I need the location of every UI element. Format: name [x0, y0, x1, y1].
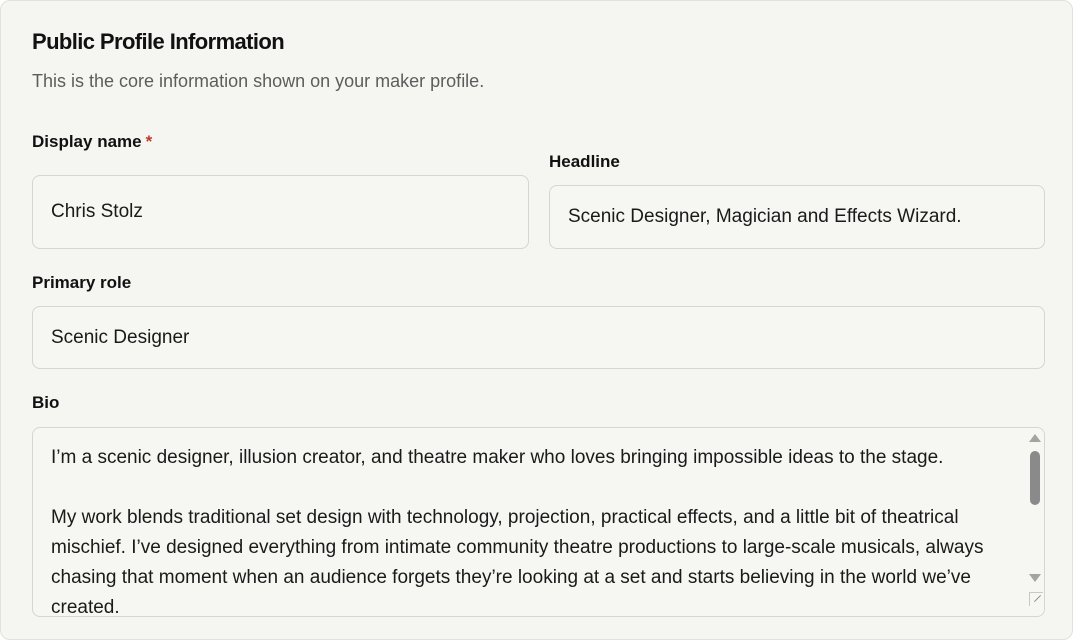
profile-card: Public Profile Information This is the c…	[0, 0, 1073, 640]
primary-role-input[interactable]	[32, 306, 1045, 369]
display-name-label-text: Display name	[32, 132, 142, 151]
bio-paragraph-2: My work blends traditional set design wi…	[51, 507, 984, 617]
resize-grip-icon[interactable]	[1029, 592, 1043, 606]
headline-label: Headline	[549, 152, 620, 171]
display-name-input[interactable]	[32, 175, 529, 249]
headline-input[interactable]	[549, 185, 1045, 249]
required-marker: *	[145, 132, 153, 151]
display-name-label: Display name *	[32, 132, 152, 152]
primary-role-label: Primary role	[32, 273, 132, 292]
bio-content[interactable]: I’m a scenic designer, illusion creator,…	[51, 443, 1011, 617]
triangle-down-icon[interactable]	[1029, 574, 1041, 582]
bio-label: Bio	[32, 393, 60, 412]
section-title: Public Profile Information	[32, 29, 285, 54]
scroll-thumb[interactable]	[1030, 451, 1040, 505]
triangle-up-icon[interactable]	[1029, 434, 1041, 442]
bio-textarea[interactable]: I’m a scenic designer, illusion creator,…	[32, 427, 1045, 617]
bio-paragraph-1: I’m a scenic designer, illusion creator,…	[51, 447, 944, 468]
bio-scrollbar[interactable]	[1025, 428, 1044, 616]
section-subtitle: This is the core information shown on yo…	[32, 71, 485, 91]
